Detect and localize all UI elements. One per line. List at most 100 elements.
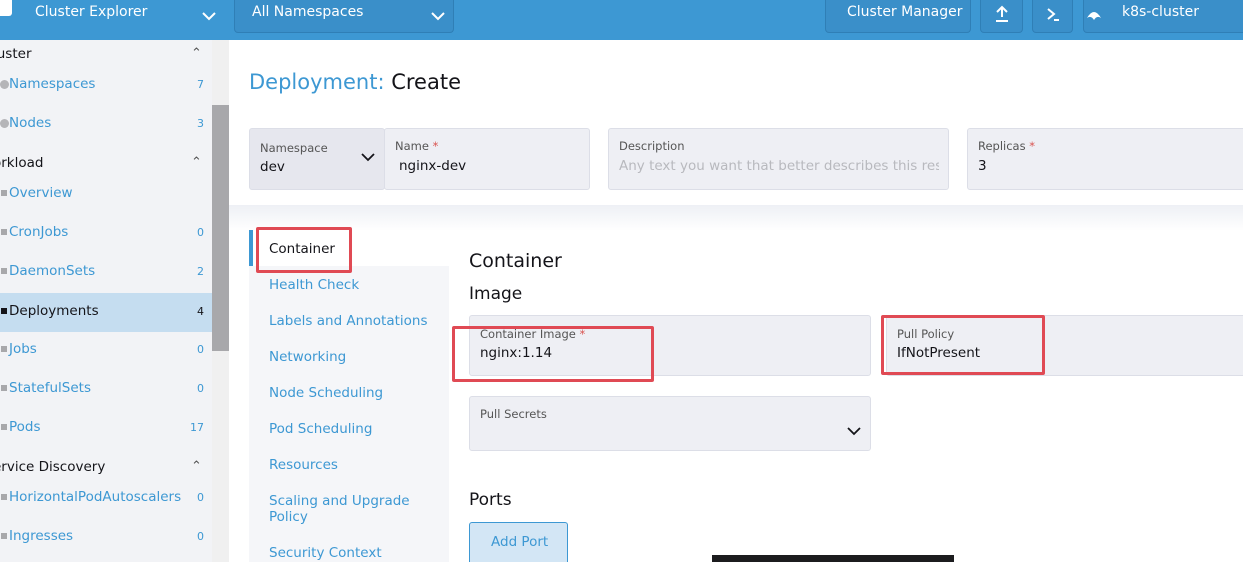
sidebar-group-cluster[interactable]: luster xyxy=(0,46,32,62)
description-placeholder: Any text you want that better describes … xyxy=(619,158,939,174)
chevron-up-icon[interactable]: ⌃ xyxy=(191,155,202,170)
sidebar-item-count: 0 xyxy=(197,530,204,543)
tab-scaling-upgrade-policy[interactable]: Scaling and Upgrade Policy xyxy=(269,493,429,525)
image-heading: Image xyxy=(469,284,523,304)
bullet-icon xyxy=(1,385,7,391)
sidebar-item-count: 0 xyxy=(197,226,204,239)
pull-secrets-select[interactable]: Pull Secrets xyxy=(469,396,871,451)
tab-health-check[interactable]: Health Check xyxy=(269,277,359,293)
sidebar-scrollbar-thumb[interactable] xyxy=(212,105,229,351)
chevron-up-icon[interactable]: ⌃ xyxy=(191,46,202,61)
logo-icon[interactable] xyxy=(0,0,12,16)
kubectl-shell-button[interactable] xyxy=(1032,0,1073,33)
sidebar-item-ingresses[interactable]: Ingresses 0 xyxy=(0,518,212,557)
namespace-select[interactable]: Namespace dev xyxy=(249,128,385,190)
sidebar-item-count: 17 xyxy=(190,421,204,434)
sidebar-item-count: 7 xyxy=(197,78,204,91)
sidebar-item-count: 2 xyxy=(197,265,204,278)
import-yaml-button[interactable] xyxy=(980,0,1023,33)
namespace-label: Namespace xyxy=(260,141,328,155)
namespace-icon xyxy=(0,80,9,89)
bullet-icon xyxy=(1,268,7,274)
bullet-icon xyxy=(1,190,7,196)
tab-resources[interactable]: Resources xyxy=(269,457,338,473)
chevron-down-icon xyxy=(847,421,861,440)
sidebar-item-count: 4 xyxy=(197,305,204,318)
bullet-icon xyxy=(1,308,7,314)
node-icon xyxy=(0,119,9,128)
sidebar-item-label: Ingresses xyxy=(9,528,74,544)
chevron-up-icon[interactable]: ⌃ xyxy=(191,459,202,474)
add-port-button[interactable]: Add Port xyxy=(469,522,568,562)
sidebar-item-label: Nodes xyxy=(9,115,52,131)
ports-heading: Ports xyxy=(469,490,512,510)
sidebar-item-label: Overview xyxy=(9,185,73,201)
tab-node-scheduling[interactable]: Node Scheduling xyxy=(269,385,383,401)
cluster-name: k8s-cluster xyxy=(1122,4,1199,20)
bullet-icon xyxy=(1,346,7,352)
top-bar: Cluster Explorer All Namespaces Cluster … xyxy=(0,0,1243,40)
sidebar-item-daemonsets[interactable]: DaemonSets 2 xyxy=(0,253,212,292)
sidebar-item-cronjobs[interactable]: CronJobs 0 xyxy=(0,214,212,253)
cluster-manager-label: Cluster Manager xyxy=(847,4,963,20)
bullet-icon xyxy=(1,494,7,500)
bullet-icon xyxy=(1,229,7,235)
replicas-value: 3 xyxy=(978,158,987,174)
cluster-switcher[interactable]: k8s-cluster xyxy=(1083,0,1243,33)
sidebar-item-count: 0 xyxy=(197,343,204,356)
sidebar-item-jobs[interactable]: Jobs 0 xyxy=(0,331,212,370)
page-title-kind: Deployment: xyxy=(249,70,385,94)
terminal-icon xyxy=(1046,8,1059,21)
tab-security-context[interactable]: Security Context xyxy=(269,545,382,561)
highlight-pull-policy xyxy=(881,315,1045,375)
sidebar-item-deployments[interactable]: Deployments 4 xyxy=(0,293,212,332)
sidebar-item-label: CronJobs xyxy=(9,224,69,240)
sidebar-item-pods[interactable]: Pods 17 xyxy=(0,409,212,448)
replicas-field[interactable]: Replicas * 3 xyxy=(967,128,1243,190)
name-field[interactable]: Name * nginx-dev xyxy=(384,128,590,190)
highlight-container-tab xyxy=(256,227,352,273)
chevron-down-icon xyxy=(361,147,375,166)
name-label: Name * xyxy=(395,139,439,153)
cluster-manager-button[interactable]: Cluster Manager xyxy=(825,0,971,33)
container-heading: Container xyxy=(469,250,562,272)
sidebar-item-label: Pods xyxy=(9,419,41,435)
replicas-label: Replicas * xyxy=(978,139,1036,153)
namespace-filter-select[interactable]: All Namespaces xyxy=(234,0,454,33)
tab-labels-annotations[interactable]: Labels and Annotations xyxy=(269,313,428,329)
overlay-strip xyxy=(712,555,954,562)
bullet-icon xyxy=(1,424,7,430)
pull-secrets-label: Pull Secrets xyxy=(480,407,547,421)
description-field[interactable]: Description Any text you want that bette… xyxy=(608,128,949,190)
upload-icon xyxy=(995,5,1008,22)
sidebar-item-nodes[interactable]: Nodes 3 xyxy=(0,105,212,144)
sidebar-item-statefulsets[interactable]: StatefulSets 0 xyxy=(0,370,212,409)
sidebar-item-label: Namespaces xyxy=(9,76,96,92)
sidebar-item-count: 3 xyxy=(197,117,204,130)
sidebar-item-overview[interactable]: Overview xyxy=(0,175,212,214)
tab-networking[interactable]: Networking xyxy=(269,349,346,365)
sidebar-item-hpa[interactable]: HorizontalPodAutoscalers 0 xyxy=(0,479,212,518)
active-tab-indicator xyxy=(249,230,253,266)
product-switcher-label[interactable]: Cluster Explorer xyxy=(35,4,147,20)
cluster-icon xyxy=(1087,12,1101,20)
description-label: Description xyxy=(619,139,685,153)
sidebar-group-service-discovery[interactable]: ervice Discovery xyxy=(0,459,105,475)
page-title-verb: Create xyxy=(391,70,461,94)
sidebar-item-count: 0 xyxy=(197,382,204,395)
page-title: Deployment: Create xyxy=(249,70,461,94)
highlight-container-image xyxy=(452,326,654,382)
sidebar-item-label: StatefulSets xyxy=(9,380,91,396)
chevron-down-icon xyxy=(431,6,445,25)
sidebar-item-label: Deployments xyxy=(9,303,99,319)
namespace-value: dev xyxy=(260,159,285,175)
sidebar-item-label: Jobs xyxy=(9,341,37,357)
tab-pod-scheduling[interactable]: Pod Scheduling xyxy=(269,421,372,437)
chevron-down-icon[interactable] xyxy=(202,6,216,25)
name-value: nginx-dev xyxy=(399,158,467,174)
namespace-filter-label: All Namespaces xyxy=(252,4,364,20)
sidebar-item-namespaces[interactable]: Namespaces 7 xyxy=(0,66,212,105)
sidebar-item-count: 0 xyxy=(197,491,204,504)
sidebar-group-workload[interactable]: orkload xyxy=(0,155,43,171)
add-port-label: Add Port xyxy=(491,534,549,550)
